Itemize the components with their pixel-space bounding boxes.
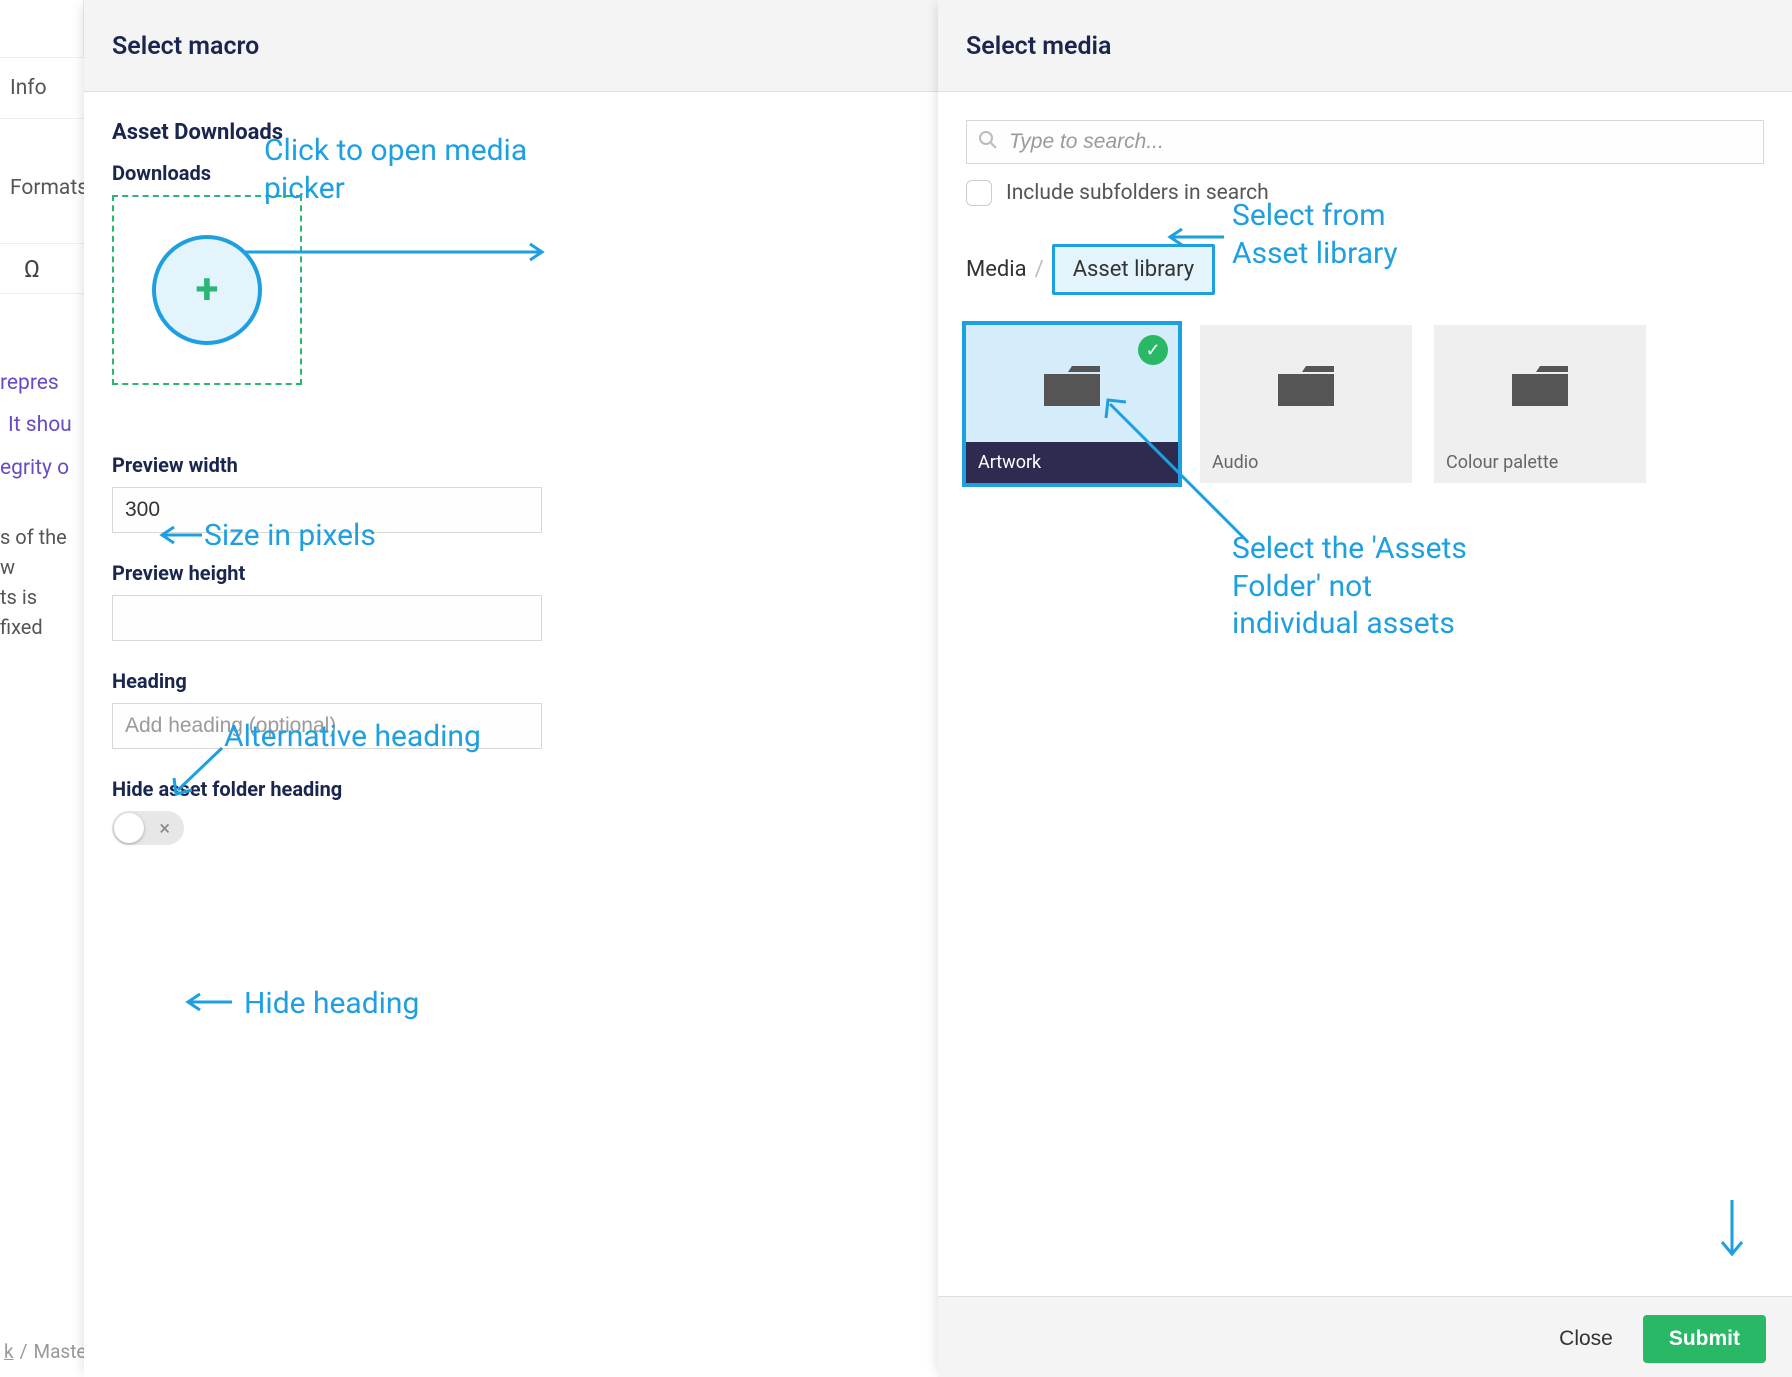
folder-icon <box>1042 360 1102 408</box>
tile-caption: Artwork <box>966 442 1178 483</box>
crumb-k: k <box>4 1340 14 1363</box>
media-tile-colour-palette[interactable]: Colour palette <box>1434 325 1646 483</box>
search-input[interactable] <box>966 120 1764 164</box>
plus-icon: + <box>152 235 262 345</box>
preview-width-label: Preview width <box>112 453 910 477</box>
panel-title-macro: Select macro <box>84 0 938 92</box>
bg-text: s of the w <box>0 522 84 582</box>
hide-heading-label: Hide asset folder heading <box>112 777 910 801</box>
heading-input[interactable] <box>112 703 542 749</box>
media-tile-audio[interactable]: Audio <box>1200 325 1412 483</box>
crumb-asset-library[interactable]: Asset library <box>1052 244 1215 295</box>
toggle-off-icon: × <box>159 816 170 840</box>
tile-caption: Audio <box>1200 442 1412 483</box>
annotation-select-folder: Select the 'Assets Folder' not individua… <box>1232 530 1502 643</box>
select-macro-panel: Select macro Asset Downloads Downloads +… <box>84 0 938 1377</box>
crumb-media[interactable]: Media <box>966 257 1027 282</box>
panel-title-media: Select media <box>938 0 1792 92</box>
tile-caption: Colour palette <box>1434 442 1646 483</box>
close-button[interactable]: Close <box>1533 1315 1639 1363</box>
hide-heading-toggle[interactable]: × <box>112 811 184 845</box>
include-subfolders-checkbox[interactable] <box>966 180 992 206</box>
search-field[interactable] <box>966 120 1764 164</box>
omega-icon: Ω <box>0 244 84 294</box>
selected-check-icon: ✓ <box>1138 335 1168 365</box>
media-picker-add[interactable]: + <box>112 195 302 385</box>
bg-tab-info: Info <box>0 58 84 119</box>
bg-text: ts is fixed <box>0 582 84 642</box>
heading-label: Heading <box>112 669 910 693</box>
crumb-sep: / <box>1035 257 1044 282</box>
bg-text: egrity o <box>0 447 84 489</box>
annotation-hide-heading: Hide heading <box>244 985 419 1023</box>
bg-text: repres <box>0 362 84 404</box>
preview-height-input[interactable] <box>112 595 542 641</box>
media-tile-artwork[interactable]: ✓ Artwork <box>966 325 1178 483</box>
section-asset-downloads: Asset Downloads <box>112 120 910 145</box>
bg-text: It shou <box>8 404 84 446</box>
annotation-down-arrow-icon <box>1712 1196 1752 1266</box>
preview-width-input[interactable] <box>112 487 542 533</box>
select-media-panel: Select media Include subfolders in searc… <box>938 0 1792 1377</box>
downloads-label: Downloads <box>112 161 910 185</box>
include-subfolders-label: Include subfolders in search <box>1006 181 1269 205</box>
search-icon <box>978 130 998 154</box>
folder-icon <box>1510 360 1570 408</box>
toggle-knob <box>114 813 144 843</box>
crumb-sep: / <box>20 1340 28 1363</box>
submit-button[interactable]: Submit <box>1643 1315 1766 1363</box>
breadcrumb: Media / Asset library <box>966 244 1764 295</box>
folder-icon <box>1276 360 1336 408</box>
bg-tab-formats: Formats <box>0 160 84 216</box>
preview-height-label: Preview height <box>112 561 910 585</box>
annotation-arrow <box>178 987 238 1017</box>
